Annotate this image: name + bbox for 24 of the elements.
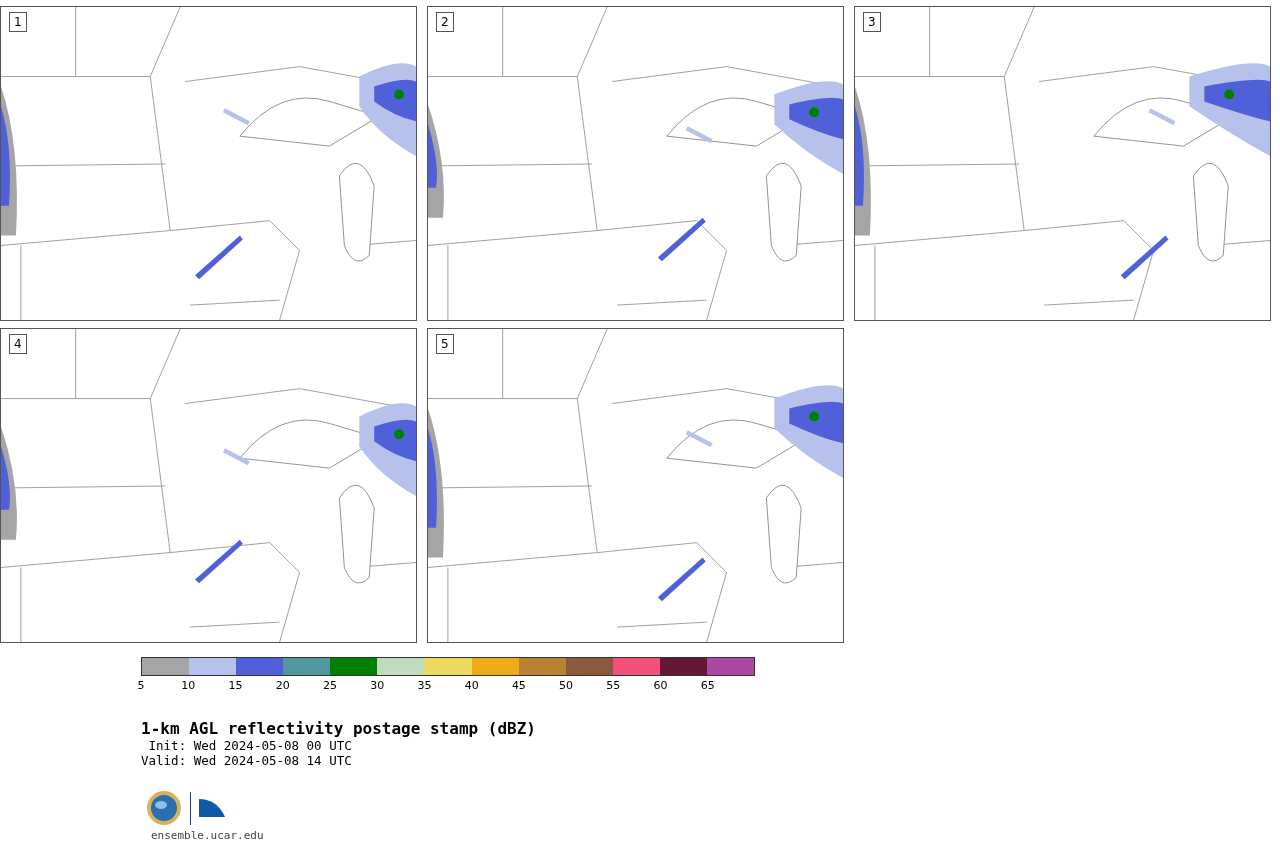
tick-label: 5 [137,680,145,692]
panel-number: 5 [436,334,454,354]
init-time: Init: Wed 2024-05-08 00 UTC [147,738,352,753]
tick-label: 15 [228,680,243,692]
panel-number: 4 [9,334,27,354]
tick-label: 60 [653,680,668,692]
chart-title: 1-km AGL reflectivity postage stamp (dBZ) [141,720,536,738]
tick-label: 25 [322,680,337,692]
panel-number: 2 [436,12,454,32]
valid-time: Valid: Wed 2024-05-08 14 UTC [141,753,352,768]
seal-logo [146,790,182,826]
tick-label: 20 [275,680,290,692]
tick-label: 30 [370,680,385,692]
footer-link[interactable]: ensemble.ucar.edu [151,829,264,842]
panel-number: 1 [9,12,27,32]
panel-number: 3 [863,12,881,32]
tick-label: 45 [511,680,526,692]
arc-logo [199,799,225,817]
tick-label: 35 [417,680,432,692]
tick-label: 10 [181,680,196,692]
tick-label: 40 [464,680,479,692]
tick-label: 50 [559,680,574,692]
tick-label: 55 [606,680,621,692]
tick-label: 65 [700,680,715,692]
